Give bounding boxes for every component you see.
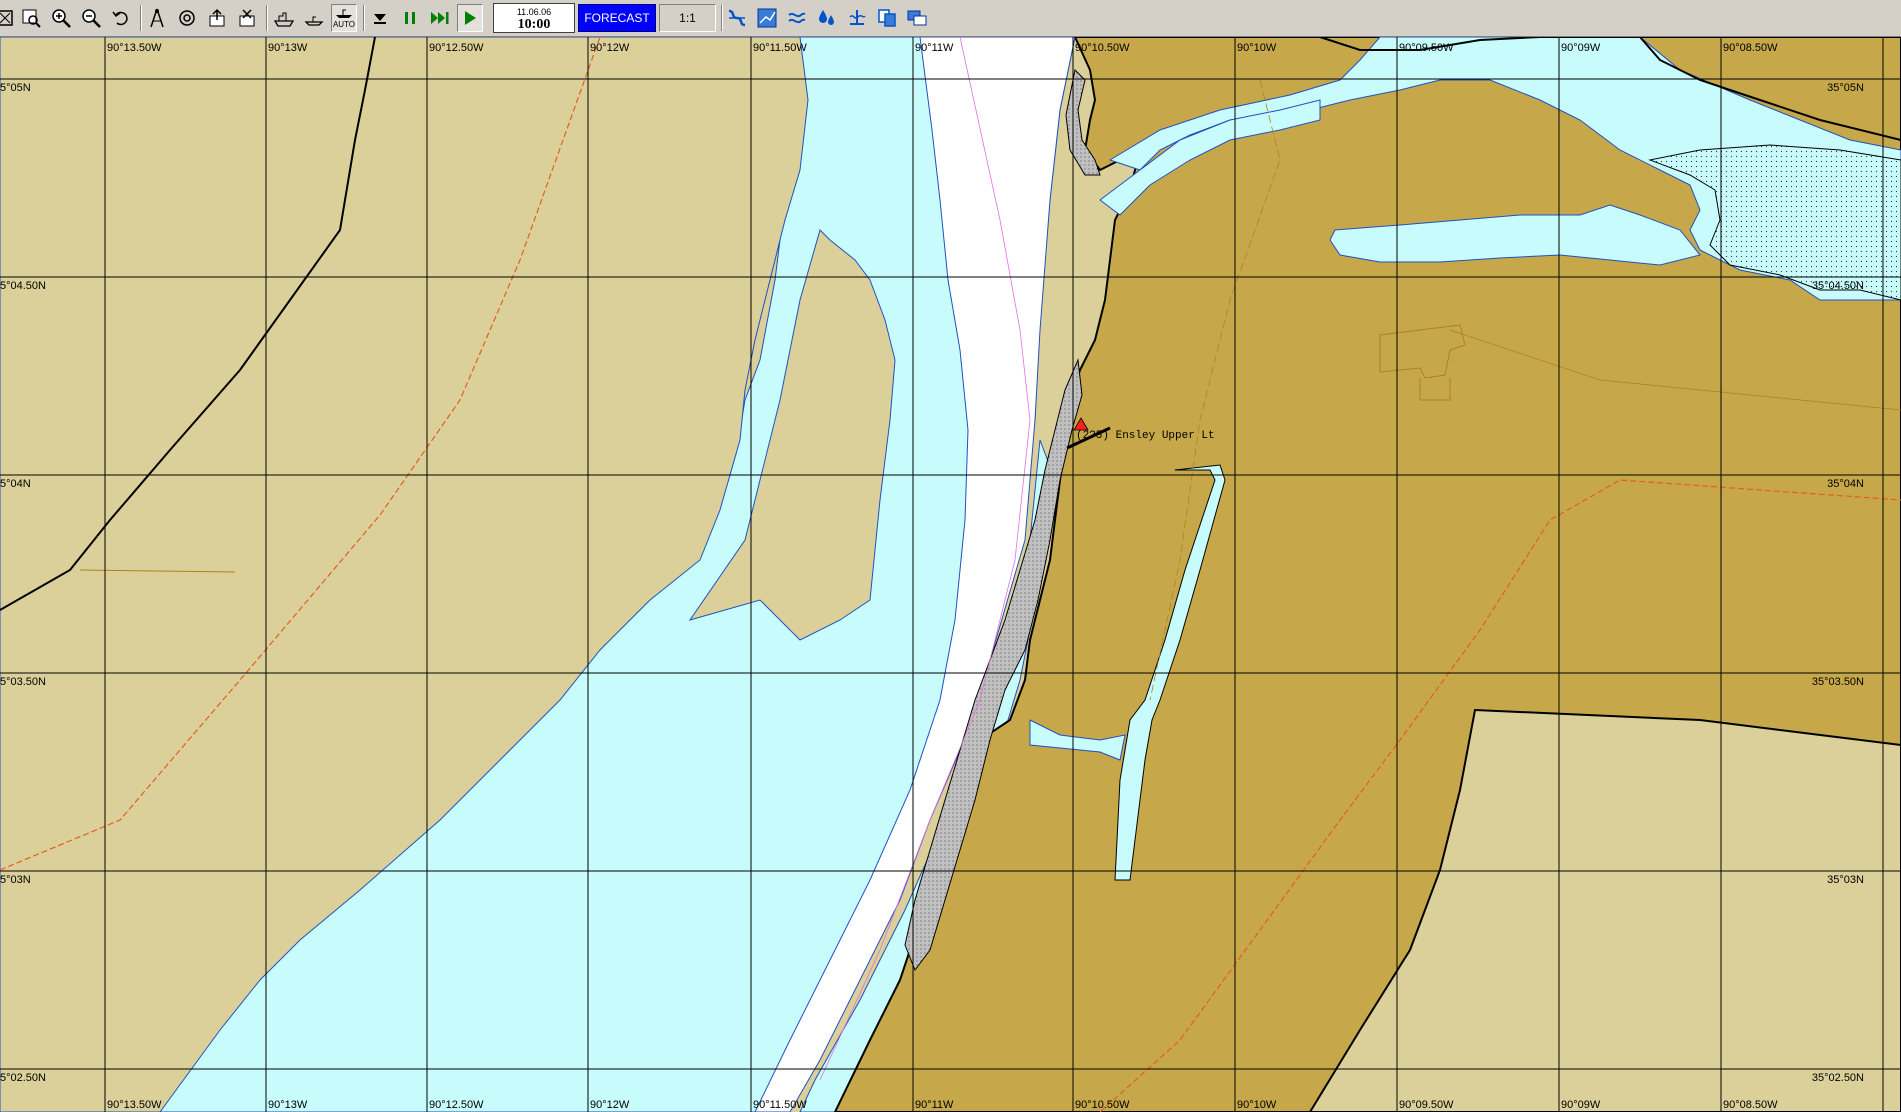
select-icon[interactable] [0, 4, 18, 32]
weather-icon[interactable] [784, 4, 810, 32]
delete-object-icon[interactable] [234, 4, 260, 32]
time-display[interactable]: 11.06.06 10:00 [493, 3, 575, 33]
lat-label: 35°03.50N [1812, 676, 1864, 688]
scale-field[interactable]: 1:1 [659, 4, 716, 32]
lon-label: 90°13.50W [107, 42, 162, 54]
lon-label: 90°11.50W [753, 42, 807, 54]
lat-label: 5°03N [0, 874, 31, 886]
fast-forward-icon[interactable] [427, 4, 453, 32]
lat-label: 35°02.50N [1812, 1072, 1864, 1084]
zoom-window-icon[interactable] [18, 4, 44, 32]
pause-icon[interactable] [397, 4, 423, 32]
lon-label: 90°11W [915, 1099, 954, 1111]
depth-icon[interactable] [814, 4, 840, 32]
lon-label: 90°10.50W [1075, 42, 1130, 54]
lon-label: 90°11.50W [753, 1099, 807, 1111]
forecast-button[interactable]: FORECAST [578, 4, 656, 32]
toolbar-separator [266, 5, 268, 31]
lon-label: 90°12W [590, 42, 630, 54]
lon-label: 90°13W [268, 42, 308, 54]
lat-label: 5°03.50N [0, 676, 46, 688]
time-value: 10:00 [517, 17, 551, 32]
lon-label: 90°12W [590, 1099, 630, 1111]
lon-label: 90°10.50W [1075, 1099, 1130, 1111]
lon-label: 90°12.50W [429, 42, 484, 54]
play-icon[interactable] [457, 4, 483, 32]
lat-label: 35°04N [1827, 478, 1864, 490]
layers-icon[interactable] [724, 4, 750, 32]
auto-label: AUTO [332, 20, 356, 29]
zoom-out-icon[interactable] [78, 4, 104, 32]
lon-label: 90°12.50W [429, 1099, 484, 1111]
lon-label: 90°08.50W [1723, 1099, 1778, 1111]
lon-label: 90°10W [1237, 1099, 1277, 1111]
lon-label: 90°10W [1237, 42, 1277, 54]
tide-icon[interactable] [844, 4, 870, 32]
zoom-in-icon[interactable] [48, 4, 74, 32]
lon-label: 90°13.50W [107, 1099, 162, 1111]
copy-icon[interactable] [874, 4, 900, 32]
lat-label: 35°04.50N [1812, 280, 1864, 292]
feature-label-ensley: (2?5) Ensley Upper Lt [1076, 430, 1215, 442]
lon-label: 90°09W [1561, 1099, 1601, 1111]
export-icon[interactable] [204, 4, 230, 32]
ship-icon[interactable] [271, 4, 297, 32]
toolbar: AUTO 11.06.06 10:00 FORECAST 1:1 [0, 0, 1901, 37]
undo-view-icon[interactable] [108, 4, 134, 32]
toolbar-separator [140, 5, 142, 31]
stop-icon[interactable] [367, 4, 393, 32]
own-ship-icon[interactable] [301, 4, 327, 32]
toolbar-separator [363, 5, 365, 31]
target-icon[interactable] [174, 4, 200, 32]
chart-view-icon[interactable] [754, 4, 780, 32]
compass-icon[interactable] [144, 4, 170, 32]
lon-label: 90°08.50W [1723, 42, 1778, 54]
lat-label: 5°04.50N [0, 280, 46, 292]
lon-label: 90°09.50W [1399, 1099, 1454, 1111]
lat-label: 5°02.50N [0, 1072, 46, 1084]
lon-label: 90°09W [1561, 42, 1601, 54]
nautical-chart[interactable]: (2?5) Ensley Upper Lt 90°13.50W 90°13W 9… [0, 37, 1901, 1112]
lat-label: 35°03N [1827, 874, 1864, 886]
lon-label: 90°09.50W [1399, 42, 1454, 54]
toolbar-separator [721, 5, 723, 31]
lon-label: 90°11W [915, 42, 954, 54]
auto-ship-icon[interactable]: AUTO [331, 4, 357, 32]
windows-icon[interactable] [904, 4, 930, 32]
lat-label: 5°05N [0, 82, 31, 94]
lon-label: 90°13W [268, 1099, 308, 1111]
lat-label: 35°05N [1827, 82, 1864, 94]
lat-label: 5°04N [0, 478, 31, 490]
